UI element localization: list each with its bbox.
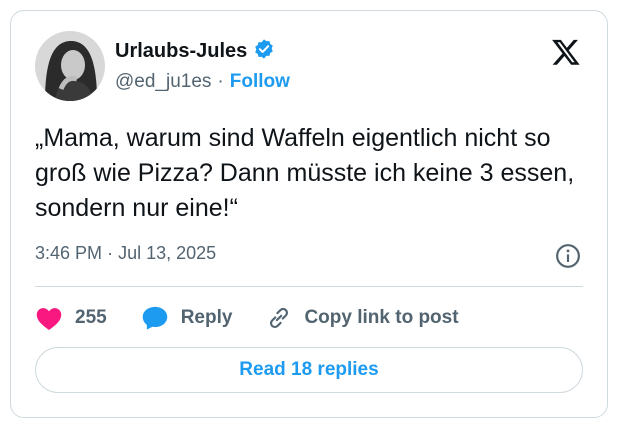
author-handle-row: @ed_ju1es · Follow — [115, 71, 290, 93]
handle[interactable]: @ed_ju1es — [115, 71, 211, 93]
tweet-card: Urlaubs-Jules @ed_ju1es · Follow „Mama, … — [10, 10, 608, 418]
avatar-image — [35, 31, 105, 101]
author-name-row: Urlaubs-Jules — [115, 38, 275, 65]
tweet-text: „Mama, warum sind Waffeln eigentlich nic… — [35, 124, 575, 222]
timestamp-separator: · — [107, 243, 114, 263]
reply-button[interactable]: Reply — [141, 305, 233, 331]
reply-label: Reply — [180, 307, 233, 328]
reply-bubble-icon — [141, 305, 169, 331]
x-logo-icon[interactable] — [551, 37, 581, 67]
divider — [35, 286, 583, 287]
heart-icon — [35, 305, 63, 331]
follow-button[interactable]: Follow — [230, 71, 290, 93]
copy-link-label: Copy link to post — [304, 307, 459, 328]
tweet-timestamp[interactable]: 3:46 PM · Jul 13, 2025 — [35, 243, 216, 264]
tweet-time: 3:46 PM — [35, 243, 103, 263]
info-icon[interactable] — [555, 243, 581, 269]
like-count: 255 — [75, 307, 107, 328]
read-replies-button[interactable]: Read 18 replies — [35, 347, 583, 393]
avatar[interactable] — [35, 31, 105, 101]
action-bar: 255 Reply Copy link to post — [35, 303, 493, 333]
display-name[interactable]: Urlaubs-Jules — [115, 40, 247, 63]
handle-separator: · — [217, 71, 224, 92]
tweet-date: Jul 13, 2025 — [118, 243, 217, 263]
link-icon — [266, 305, 292, 331]
verified-badge-icon — [253, 38, 275, 65]
like-button[interactable]: 255 — [35, 305, 107, 331]
copy-link-button[interactable]: Copy link to post — [266, 305, 459, 331]
